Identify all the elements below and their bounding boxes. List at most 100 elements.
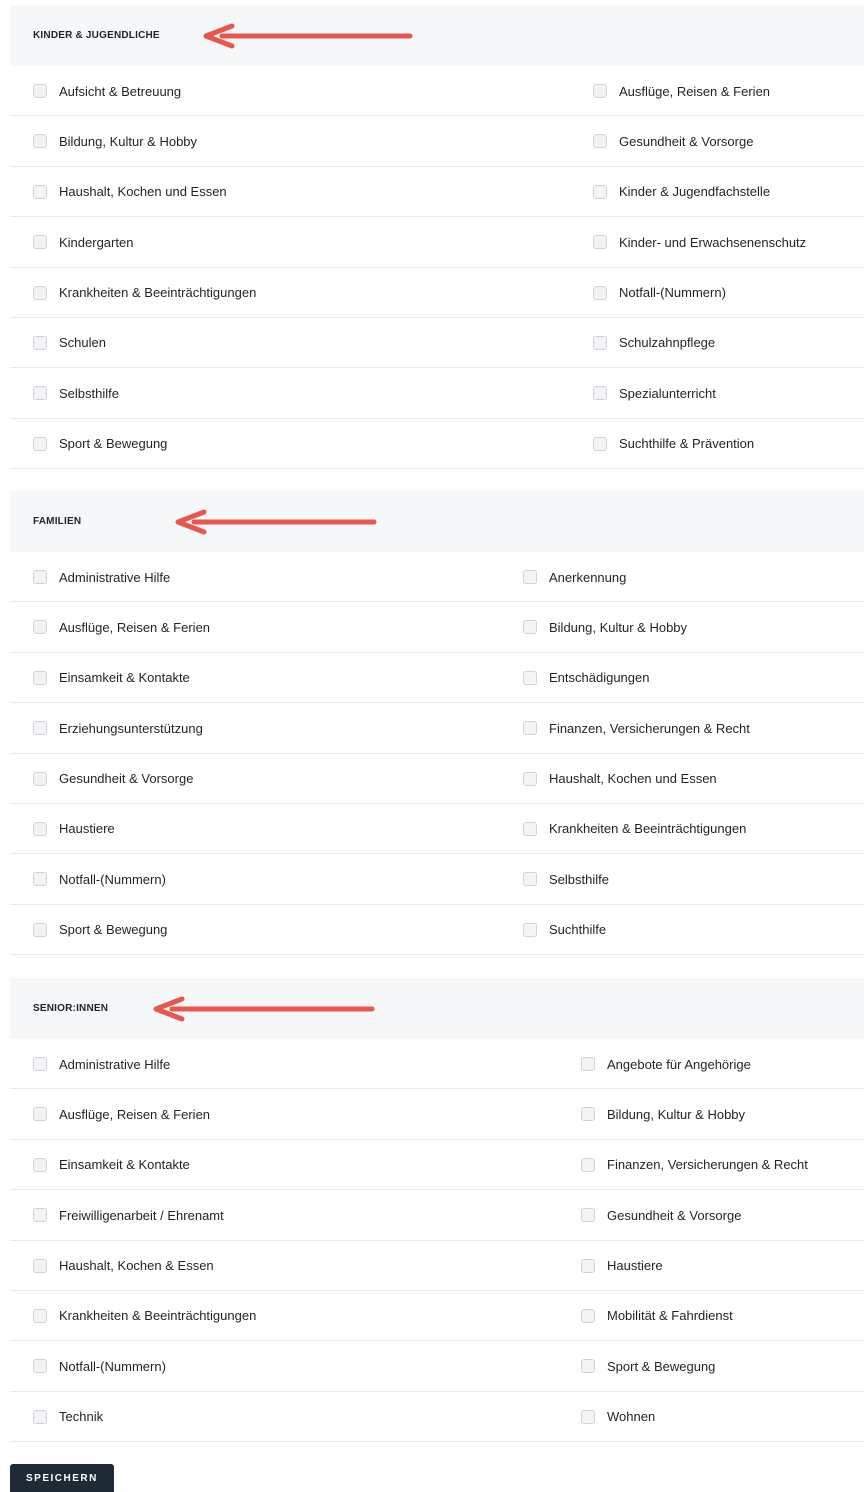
checkbox[interactable] [593,235,607,250]
checkbox[interactable] [581,1157,595,1172]
checkbox-option[interactable]: Sport & Bewegung [581,1341,715,1391]
checkbox-option[interactable]: Krankheiten & Beeinträchtigungen [523,804,746,854]
checkbox[interactable] [33,84,47,98]
checkbox-option[interactable]: Schulzahnpflege [593,318,715,368]
checkbox[interactable] [593,386,607,401]
checkbox-option[interactable]: Haushalt, Kochen und Essen [33,167,227,217]
checkbox[interactable] [593,84,607,98]
checkbox-option[interactable]: Finanzen, Versicherungen & Recht [523,703,750,753]
checkbox-option[interactable]: Freiwilligenarbeit / Ehrenamt [33,1190,224,1240]
checkbox-option[interactable]: Ausflüge, Reisen & Ferien [33,1089,210,1139]
checkbox-option[interactable]: Haushalt, Kochen & Essen [33,1241,214,1291]
checkbox[interactable] [33,1157,47,1172]
checkbox-option[interactable]: Schulen [33,318,106,368]
checkbox-option[interactable]: Gesundheit & Vorsorge [33,754,193,804]
checkbox[interactable] [33,1258,47,1273]
checkbox-label: Sport & Bewegung [607,1358,716,1374]
section-title: SENIOR:INNEN [33,1003,109,1014]
checkbox-option[interactable]: Notfall-(Nummern) [33,854,166,904]
checkbox-option[interactable]: Administrative Hilfe [33,552,170,602]
checkbox[interactable] [581,1308,595,1323]
checkbox-option[interactable]: Haustiere [33,804,115,854]
checkbox[interactable] [593,285,607,300]
option-row: Aufsicht & Betreuung Ausflüge, Reisen & F… [10,66,864,117]
checkbox[interactable] [581,1359,595,1374]
checkbox-option[interactable]: Kindergarten [33,217,133,267]
checkbox-option[interactable]: Einsamkeit & Kontakte [33,1140,190,1190]
checkbox[interactable] [33,335,47,350]
checkbox[interactable] [523,620,537,635]
checkbox[interactable] [593,436,607,451]
checkbox[interactable] [33,1107,47,1122]
checkbox-option[interactable]: Kinder- und Erwachsenenschutz [593,217,806,267]
checkbox[interactable] [33,721,47,736]
checkbox-option[interactable]: Notfall-(Nummern) [33,1341,166,1391]
checkbox-option[interactable]: Erziehungsunterstützung [33,703,203,753]
checkbox-option[interactable]: Spezialunterricht [593,368,716,418]
checkbox[interactable] [593,335,607,350]
checkbox[interactable] [33,821,47,836]
checkbox[interactable] [33,771,47,786]
checkbox-option[interactable]: Suchthilfe [523,905,606,955]
checkbox[interactable] [33,436,47,451]
checkbox-option[interactable]: Administrative Hilfe [33,1039,170,1089]
checkbox-option[interactable]: Krankheiten & Beeinträchtigungen [33,268,256,318]
checkbox[interactable] [581,1208,595,1223]
checkbox-option[interactable]: Selbsthilfe [33,368,119,418]
checkbox-option[interactable]: Einsamkeit & Kontakte [33,653,190,703]
checkbox[interactable] [33,1057,47,1071]
checkbox[interactable] [523,721,537,736]
checkbox[interactable] [33,1208,47,1223]
checkbox[interactable] [33,570,47,584]
checkbox-option[interactable]: Aufsicht & Betreuung [33,66,181,116]
checkbox-option[interactable]: Selbsthilfe [523,854,609,904]
checkbox-option[interactable]: Notfall-(Nummern) [593,268,726,318]
checkbox-option[interactable]: Suchthilfe & Prävention [593,419,754,469]
checkbox-option[interactable]: Mobilität & Fahrdienst [581,1291,733,1341]
checkbox[interactable] [523,771,537,786]
checkbox[interactable] [33,235,47,250]
checkbox-option[interactable]: Anerkennung [523,552,626,602]
checkbox[interactable] [581,1409,595,1424]
checkbox-option[interactable]: Kinder & Jugendfachstelle [593,167,770,217]
checkbox[interactable] [33,1359,47,1374]
save-button[interactable]: SPEICHERN [10,1464,114,1492]
checkbox[interactable] [593,184,607,199]
checkbox-option[interactable]: Bildung, Kultur & Hobby [523,602,687,652]
checkbox[interactable] [581,1258,595,1273]
checkbox[interactable] [523,570,537,584]
checkbox[interactable] [33,184,47,199]
checkbox[interactable] [523,821,537,836]
checkbox[interactable] [523,922,537,937]
checkbox-option[interactable]: Krankheiten & Beeinträchtigungen [33,1291,256,1341]
checkbox[interactable] [593,134,607,149]
checkbox-option[interactable]: Haushalt, Kochen und Essen [523,754,717,804]
checkbox-option[interactable]: Angebote für Angehörige [581,1039,751,1089]
checkbox[interactable] [33,922,47,937]
checkbox-option[interactable]: Ausflüge, Reisen & Ferien [33,602,210,652]
checkbox-option[interactable]: Gesundheit & Vorsorge [593,116,753,166]
checkbox[interactable] [33,670,47,685]
checkbox-option[interactable]: Finanzen, Versicherungen & Recht [581,1140,808,1190]
checkbox-option[interactable]: Bildung, Kultur & Hobby [33,116,197,166]
checkbox[interactable] [33,285,47,300]
checkbox[interactable] [523,670,537,685]
checkbox-option[interactable]: Wohnen [581,1392,655,1442]
checkbox-option[interactable]: Technik [33,1392,103,1442]
checkbox[interactable] [523,872,537,887]
checkbox-option[interactable]: Gesundheit & Vorsorge [581,1190,741,1240]
checkbox-option[interactable]: Ausflüge, Reisen & Ferien [593,66,770,116]
checkbox[interactable] [33,1308,47,1323]
checkbox-option[interactable]: Sport & Bewegung [33,905,167,955]
checkbox[interactable] [33,872,47,887]
checkbox[interactable] [33,620,47,635]
checkbox[interactable] [581,1057,595,1071]
checkbox-option[interactable]: Haustiere [581,1241,663,1291]
checkbox-option[interactable]: Entschädigungen [523,653,649,703]
checkbox[interactable] [33,134,47,149]
checkbox[interactable] [33,1409,47,1424]
checkbox[interactable] [33,386,47,401]
checkbox-option[interactable]: Sport & Bewegung [33,419,167,469]
checkbox-option[interactable]: Bildung, Kultur & Hobby [581,1089,745,1139]
checkbox[interactable] [581,1107,595,1122]
